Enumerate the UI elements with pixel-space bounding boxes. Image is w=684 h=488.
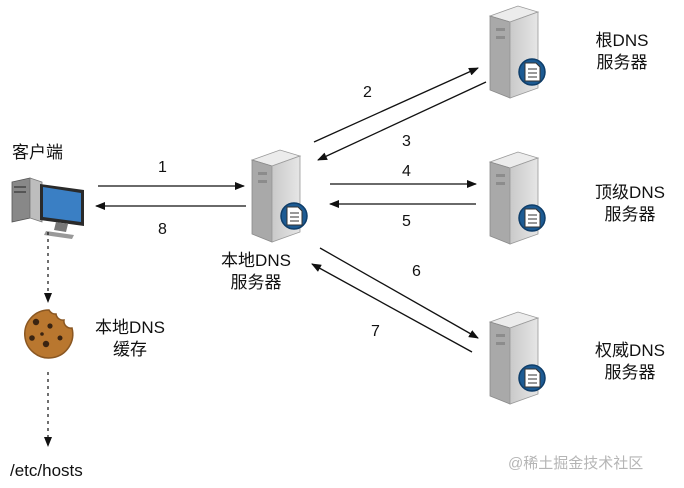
step-label-8: 8 [158,221,167,238]
root-dns-server-icon [489,5,546,99]
local-cache-label-line1: 本地DNS [95,318,165,337]
watermark: @稀土掘金技术社区 [508,455,644,472]
tld-dns-server-icon [489,151,546,245]
auth-dns-server-label: 权威DNS 服务器 [580,340,680,384]
local-dns-label-line1: 本地DNS [221,251,291,270]
cookie-icon [24,309,74,359]
step-label-3: 3 [402,133,411,150]
step-label-6: 6 [412,263,421,280]
local-dns-cache-label: 本地DNS 缓存 [80,317,180,361]
local-dns-server-label: 本地DNS 服务器 [206,250,306,294]
local-cache-label-line2: 缓存 [113,340,147,359]
hosts-file-label: /etc/hosts [10,461,83,480]
tld-dns-label-line1: 顶级DNS [595,183,665,202]
client-computer-icon [11,177,84,239]
step-label-4: 4 [402,163,411,180]
step-label-7: 7 [371,323,380,340]
step-label-5: 5 [402,213,411,230]
root-dns-server-label: 根DNS 服务器 [572,30,672,74]
tld-dns-label-line2: 服务器 [604,205,656,224]
arrow-step-2 [313,67,479,143]
arrow-step-6 [319,247,479,339]
client-label: 客户端 [12,143,63,162]
auth-dns-label-line2: 服务器 [604,363,656,382]
tld-dns-server-label: 顶级DNS 服务器 [580,182,680,226]
local-dns-server-icon [251,149,308,243]
root-dns-label-line2: 服务器 [596,53,648,72]
auth-dns-label-line1: 权威DNS [595,341,665,360]
local-dns-label-line2: 服务器 [230,273,282,292]
root-dns-label-line1: 根DNS [595,31,649,50]
step-label-1: 1 [158,159,167,176]
auth-dns-server-icon [489,311,546,405]
step-label-2: 2 [363,84,372,101]
arrow-step-7 [311,263,473,353]
